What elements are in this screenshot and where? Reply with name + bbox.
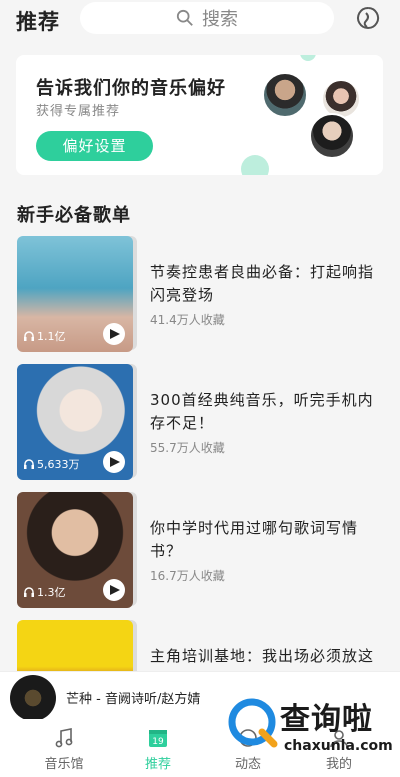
headphones-icon: [24, 587, 34, 597]
watermark-logo-icon: [228, 698, 278, 748]
top-bar: 推荐 搜索: [0, 0, 400, 40]
favorite-count: 16.7万人收藏: [150, 569, 225, 583]
preference-heading: 告诉我们你的音乐偏好: [36, 78, 226, 99]
watermark-text: 查询啦: [280, 702, 373, 737]
playlist-cover[interactable]: 5,633万: [17, 364, 137, 482]
page-title: 推荐: [16, 10, 60, 34]
artist-avatar: [309, 113, 355, 159]
now-playing-cover[interactable]: [10, 675, 56, 721]
calendar-day: 19: [152, 737, 164, 747]
play-icon: [110, 585, 120, 595]
play-count-text: 1.1亿: [37, 330, 66, 343]
music-preference-card[interactable]: 告诉我们你的音乐偏好 获得专属推荐 偏好设置: [16, 55, 383, 175]
playlist-title: 你中学时代用过哪句歌词写情书？: [150, 519, 359, 560]
now-playing-title: 芒种 - 音阙诗听/赵方婧: [66, 692, 201, 707]
playlist-cover[interactable]: 1.1亿: [17, 236, 137, 354]
tab-music-hall[interactable]: 音乐馆: [24, 727, 104, 772]
play-count-text: 1.3亿: [37, 586, 66, 599]
decorative-dot: [241, 155, 269, 175]
calendar-icon: 19: [149, 730, 167, 747]
preference-settings-button[interactable]: 偏好设置: [36, 131, 153, 161]
favorite-count: 55.7万人收藏: [150, 441, 225, 455]
search-placeholder: 搜索: [202, 9, 238, 30]
decorative-dot: [300, 55, 316, 61]
play-count: 1.1亿: [23, 328, 66, 344]
headphones-icon: [24, 331, 34, 341]
playlist-title: 节奏控患者良曲必备：打起响指闪亮登场: [150, 263, 375, 304]
play-count-text: 5,633万: [37, 458, 80, 471]
playlist-cover[interactable]: 1.3亿: [17, 492, 137, 610]
play-button[interactable]: [103, 323, 125, 345]
play-icon: [110, 329, 120, 339]
watermark-url: chaxunla.com: [284, 738, 393, 754]
listen-recognition-icon[interactable]: [356, 6, 380, 32]
play-count: 5,633万: [23, 456, 80, 472]
favorite-count: 41.4万人收藏: [150, 313, 225, 327]
tab-recommend[interactable]: 19 推荐: [118, 727, 198, 772]
watermark: 查询啦 chaxunla.com: [224, 680, 400, 760]
play-button[interactable]: [103, 451, 125, 473]
section-title: 新手必备歌单: [17, 205, 131, 226]
cover-image: 1.1亿: [17, 236, 133, 352]
tab-label: 音乐馆: [44, 757, 84, 772]
headphones-icon: [24, 459, 34, 469]
play-count: 1.3亿: [23, 584, 66, 600]
cover-image: 5,633万: [17, 364, 133, 480]
playlist-item[interactable]: 1.3亿 你中学时代用过哪句歌词写情书？ 16.7万人收藏: [0, 492, 400, 610]
playlist-title: 300首经典纯音乐，听完手机内存不足！: [150, 391, 374, 432]
cover-image: 1.3亿: [17, 492, 133, 608]
playlist-item[interactable]: 5,633万 300首经典纯音乐，听完手机内存不足！ 55.7万人收藏: [0, 364, 400, 482]
playlist-item[interactable]: 1.1亿 节奏控患者良曲必备：打起响指闪亮登场 41.4万人收藏: [0, 236, 400, 354]
preference-subtitle: 获得专属推荐: [36, 104, 121, 119]
search-icon: [176, 9, 193, 26]
play-button[interactable]: [103, 579, 125, 601]
artist-avatar: [262, 72, 308, 118]
search-bar[interactable]: 搜索: [80, 2, 334, 34]
tab-label: 推荐: [144, 757, 171, 772]
music-note-icon: [55, 728, 73, 748]
play-icon: [110, 457, 120, 467]
